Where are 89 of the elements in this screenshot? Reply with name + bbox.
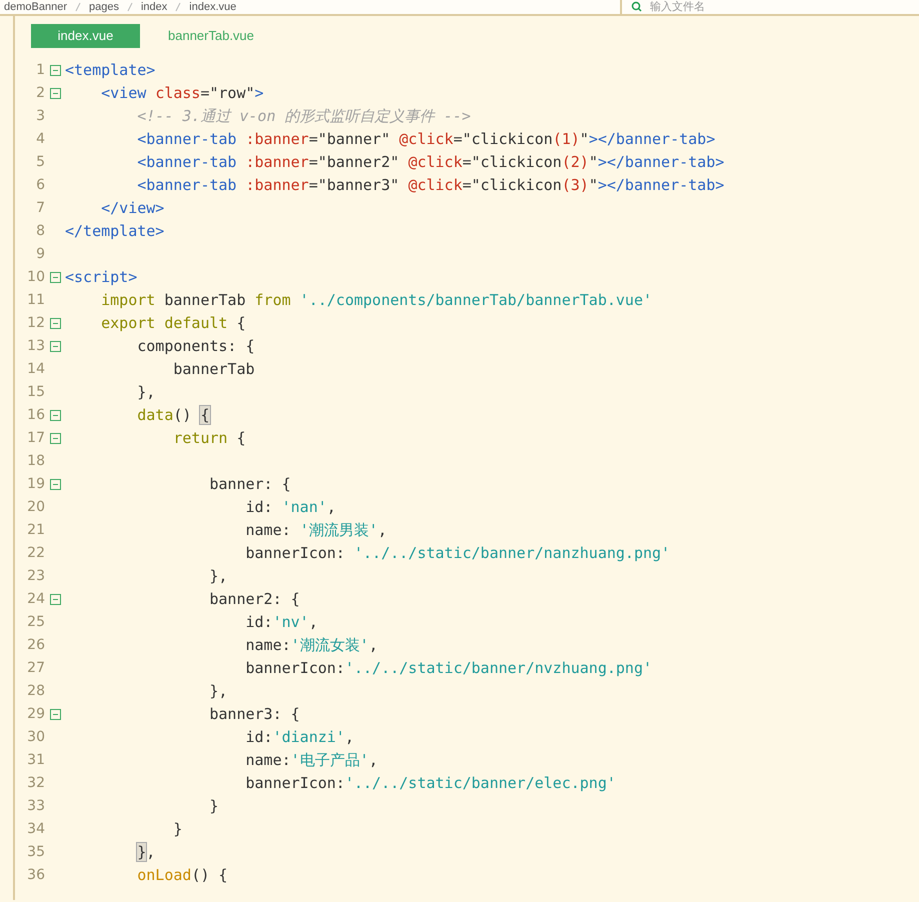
code-line: <template> bbox=[65, 60, 156, 82]
code-line: <script> bbox=[65, 267, 138, 288]
code-line: </template> bbox=[65, 221, 164, 242]
fold-minus-icon[interactable] bbox=[50, 709, 60, 720]
code-line: id:'dianzi', bbox=[244, 727, 354, 748]
line-number: 15 bbox=[26, 383, 45, 402]
line-number: 21 bbox=[26, 521, 45, 540]
line-number: 23 bbox=[26, 567, 45, 586]
code-line: <banner-tab :banner="banner" @click="clickicon(1)"></banner-tab> bbox=[136, 129, 716, 150]
code-line: }, bbox=[208, 681, 228, 702]
line-number: 20 bbox=[26, 498, 45, 517]
code-line: <banner-tab :banner="banner3" @click="clickicon(3)"></banner-tab> bbox=[136, 175, 724, 196]
code-line: banner: { bbox=[208, 474, 291, 496]
code-line: <!-- 3.通过 v-on 的形式监听自定义事件 --> bbox=[136, 106, 471, 128]
line-number: 28 bbox=[26, 682, 45, 701]
code-line: bannerTab bbox=[172, 359, 255, 380]
fold-minus-icon[interactable] bbox=[50, 433, 60, 444]
fold-minus-icon[interactable] bbox=[50, 65, 60, 76]
line-number: 13 bbox=[26, 337, 45, 356]
code-line: name:'电子产品', bbox=[244, 750, 378, 772]
code-line: id: 'nan', bbox=[244, 497, 336, 518]
line-number: 16 bbox=[26, 406, 45, 425]
code-line: data() { bbox=[136, 405, 210, 426]
breadcrumb-item[interactable]: demoBanner bbox=[4, 2, 67, 12]
line-number: 34 bbox=[26, 820, 45, 839]
code-line: return { bbox=[172, 428, 246, 450]
code-line: name: '潮流男装', bbox=[244, 520, 387, 542]
code-line: }, bbox=[208, 566, 228, 588]
breadcrumb-separator-icon bbox=[75, 2, 81, 12]
code-line: id:'nv', bbox=[244, 612, 318, 634]
code-line: onLoad() { bbox=[136, 865, 228, 886]
file-search-field[interactable]: 输入文件名 bbox=[650, 0, 850, 16]
line-number: 7 bbox=[35, 199, 45, 218]
code-line: <banner-tab :banner="banner2" @click="clickicon(2)"></banner-tab> bbox=[136, 152, 724, 174]
code-line: banner3: { bbox=[208, 704, 300, 726]
line-number: 36 bbox=[26, 866, 45, 885]
fold-minus-icon[interactable] bbox=[50, 88, 60, 99]
fold-minus-icon[interactable] bbox=[50, 594, 60, 605]
breadcrumb-item[interactable]: pages bbox=[89, 2, 119, 12]
fold-minus-icon[interactable] bbox=[50, 479, 60, 490]
code-line: bannerIcon: '../../static/banner/nanzhuang.png' bbox=[244, 543, 670, 564]
code-line: banner2: { bbox=[208, 589, 300, 610]
code-line: } bbox=[208, 796, 219, 818]
line-number: 25 bbox=[26, 613, 45, 632]
code-line: bannerIcon:'../../static/banner/nvzhuang.png' bbox=[244, 658, 652, 680]
line-number: 17 bbox=[26, 429, 45, 448]
line-number: 4 bbox=[35, 130, 45, 149]
fold-minus-icon[interactable] bbox=[50, 272, 60, 283]
code-line: import bannerTab from '../components/bannerTab/bannerTab.vue' bbox=[100, 290, 652, 312]
line-number: 19 bbox=[26, 475, 45, 494]
line-number: 22 bbox=[26, 544, 45, 563]
line-number: 1 bbox=[35, 61, 45, 80]
line-number: 30 bbox=[26, 728, 45, 747]
line-number: 14 bbox=[26, 360, 45, 379]
breadcrumb-item[interactable]: index.vue bbox=[189, 2, 236, 12]
line-number: 10 bbox=[26, 268, 45, 287]
fold-minus-icon[interactable] bbox=[50, 318, 60, 329]
line-number: 29 bbox=[26, 705, 45, 724]
line-number: 24 bbox=[26, 590, 45, 609]
breadcrumb-separator-icon bbox=[126, 2, 133, 12]
line-number: 26 bbox=[26, 636, 45, 655]
fold-minus-icon[interactable] bbox=[50, 341, 60, 352]
code-line: bannerIcon:'../../static/banner/elec.png' bbox=[244, 773, 616, 794]
line-number: 27 bbox=[26, 659, 45, 678]
line-number: 8 bbox=[35, 222, 45, 241]
breadcrumb-item[interactable]: index bbox=[140, 2, 168, 12]
code-line: } bbox=[172, 819, 182, 840]
line-number: 18 bbox=[26, 452, 45, 471]
fold-minus-icon[interactable] bbox=[50, 410, 60, 421]
line-number: 35 bbox=[26, 843, 45, 862]
code-line: export default { bbox=[100, 313, 246, 334]
line-number: 31 bbox=[26, 751, 45, 770]
search-icon bbox=[630, 1, 642, 13]
line-number: 9 bbox=[35, 245, 45, 264]
line-number: 32 bbox=[26, 774, 45, 793]
code-line: }, bbox=[136, 382, 156, 404]
code-line: }, bbox=[136, 842, 156, 864]
line-number: 3 bbox=[35, 107, 45, 126]
line-number: 6 bbox=[35, 176, 45, 195]
code-line: components: { bbox=[136, 336, 255, 358]
line-number: 5 bbox=[35, 153, 45, 172]
line-number: 12 bbox=[26, 314, 45, 333]
line-number: 2 bbox=[35, 84, 45, 103]
line-number: 33 bbox=[26, 797, 45, 816]
code-line: name:'潮流女装', bbox=[244, 635, 378, 656]
code-line: <view class="row"> bbox=[100, 83, 264, 104]
breadcrumb-separator-icon bbox=[175, 2, 182, 12]
code-line: </view> bbox=[100, 198, 164, 220]
line-number: 11 bbox=[26, 291, 45, 310]
